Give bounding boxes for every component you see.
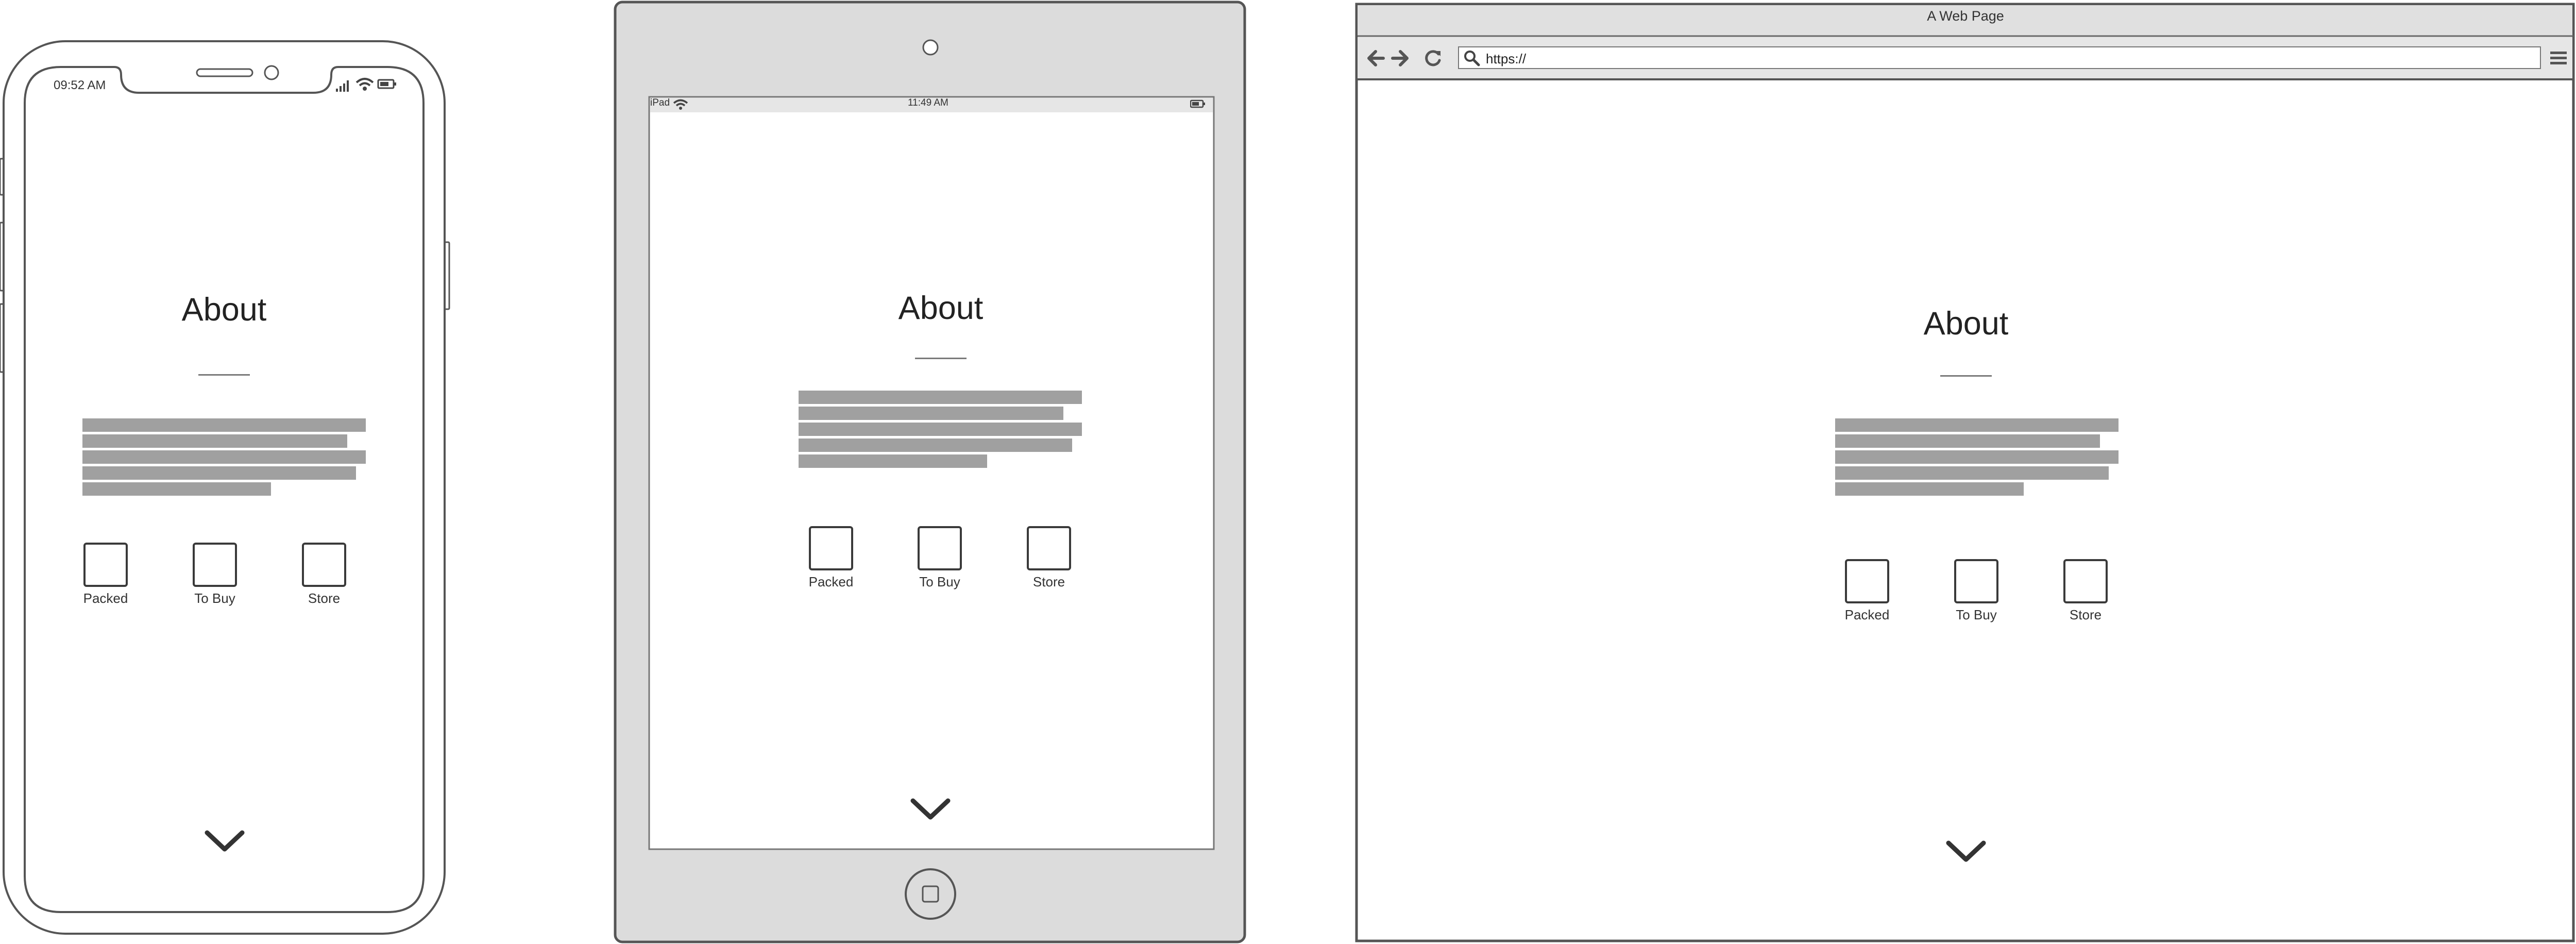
packed-button[interactable] [1845, 559, 1889, 603]
text-line [82, 482, 271, 496]
store-button[interactable] [1027, 526, 1071, 570]
tablet-time: 11:49 AM [908, 97, 948, 108]
packed-label: Packed [83, 591, 128, 606]
store-button[interactable] [302, 543, 346, 587]
to-buy-label: To Buy [919, 574, 960, 589]
text-line [799, 423, 1082, 436]
text-line [799, 439, 1072, 452]
packed-label: Packed [1844, 607, 1890, 622]
text-line [1835, 450, 2119, 464]
text-line [1835, 434, 2100, 448]
reload-icon[interactable] [1423, 49, 1443, 68]
battery-icon [377, 79, 396, 89]
store-label: Store [308, 591, 341, 606]
tablet-carrier: iPad [650, 97, 670, 108]
chevron-down-icon[interactable] [204, 829, 245, 854]
arrow-left-icon[interactable] [1366, 49, 1385, 67]
text-line [799, 454, 987, 468]
title-divider [1940, 375, 1992, 377]
hamburger-menu-icon[interactable] [2549, 49, 2568, 67]
text-line [1835, 482, 2024, 496]
search-icon [1464, 50, 1480, 66]
chevron-down-icon[interactable] [910, 797, 951, 822]
status-time: 09:52 AM [54, 78, 106, 92]
page-title: About [898, 290, 984, 326]
arrow-right-icon[interactable] [1391, 49, 1410, 67]
text-line [82, 466, 356, 480]
text-line [82, 450, 366, 464]
to-buy-label: To Buy [1956, 607, 1997, 622]
text-line [799, 391, 1082, 404]
browser-window-title: A Web Page [1927, 8, 2004, 24]
to-buy-button[interactable] [1954, 559, 1998, 603]
text-line [82, 418, 366, 432]
text-line [82, 434, 347, 448]
store-label: Store [2069, 607, 2102, 622]
title-divider [198, 374, 250, 376]
store-button[interactable] [2063, 559, 2108, 603]
to-buy-button[interactable] [918, 526, 962, 570]
store-label: Store [1032, 574, 1065, 589]
packed-button[interactable] [83, 543, 128, 587]
url-text[interactable]: https:// [1486, 51, 1526, 67]
title-divider [915, 358, 967, 359]
url-bar[interactable] [1458, 46, 2541, 69]
to-buy-label: To Buy [194, 591, 235, 606]
battery-icon [1190, 99, 1205, 108]
wifi-icon [355, 78, 374, 91]
text-line [1835, 418, 2119, 432]
packed-label: Packed [808, 574, 854, 589]
to-buy-button[interactable] [193, 543, 237, 587]
text-line [799, 407, 1063, 420]
page-title: About [1923, 306, 2009, 342]
signal-icon [336, 80, 349, 92]
chevron-down-icon[interactable] [1945, 839, 1987, 865]
page-title: About [181, 292, 267, 328]
text-line [1835, 466, 2109, 480]
wifi-icon [673, 99, 688, 110]
packed-button[interactable] [809, 526, 853, 570]
